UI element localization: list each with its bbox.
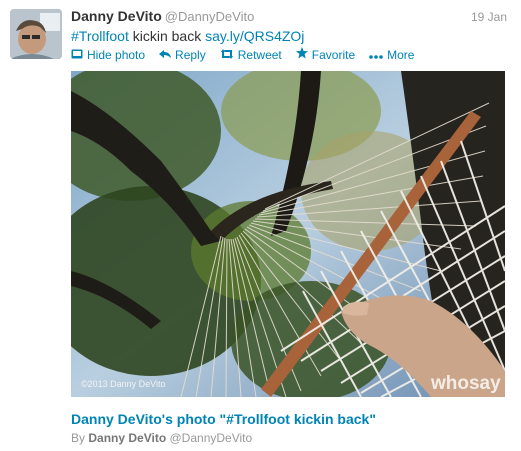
retweet-icon [220, 48, 234, 62]
more-button[interactable]: More [369, 47, 414, 62]
photo-title-link[interactable]: Danny DeVito's photo "#Trollfoot kickin … [71, 411, 376, 427]
byline-by: By [71, 431, 86, 445]
photo-watermark: ©2013 Danny DeVito [81, 379, 166, 389]
tweet: Danny DeVito @DannyDeVito 19 Jan #Trollfo… [0, 0, 521, 451]
photo-icon [71, 48, 83, 62]
author-display-name[interactable]: Danny DeVito [71, 8, 162, 24]
more-label: More [387, 47, 415, 62]
reply-label: Reply [175, 47, 206, 62]
tweet-photo[interactable]: ©2013 Danny DeVito whosay [71, 71, 505, 397]
byline-handle[interactable]: @DannyDeVito [170, 431, 253, 445]
tweet-actions: Hide photo Reply Retweet Favorite More [71, 47, 428, 62]
whosay-logo: whosay [430, 373, 501, 394]
photo-image: ©2013 Danny DeVito whosay [71, 71, 505, 397]
tweet-body: kickin back [128, 28, 206, 44]
reply-button[interactable]: Reply [159, 47, 206, 62]
author-handle[interactable]: @DannyDeVito [165, 9, 255, 24]
hashtag-link[interactable]: #Trollfoot [71, 28, 129, 44]
hide-photo-button[interactable]: Hide photo [71, 47, 145, 62]
favorite-label: Favorite [311, 47, 356, 62]
reply-arrow-icon [159, 48, 172, 62]
tweet-text: #Trollfoot kickin back say.ly/QRS4ZOj [71, 28, 304, 44]
star-icon [295, 47, 308, 62]
retweet-button[interactable]: Retweet [220, 47, 282, 62]
dots-icon [369, 48, 383, 62]
retweet-label: Retweet [237, 47, 282, 62]
avatar[interactable] [10, 9, 62, 59]
favorite-button[interactable]: Favorite [295, 47, 356, 62]
author-name[interactable]: Danny DeVito @DannyDeVito [71, 8, 254, 24]
hide-photo-label: Hide photo [87, 47, 146, 62]
short-link[interactable]: say.ly/QRS4ZOj [205, 28, 304, 44]
photo-byline: By Danny DeVito @DannyDeVito [71, 431, 252, 445]
tweet-timestamp[interactable]: 19 Jan [471, 10, 507, 24]
byline-name[interactable]: Danny DeVito [88, 431, 166, 445]
